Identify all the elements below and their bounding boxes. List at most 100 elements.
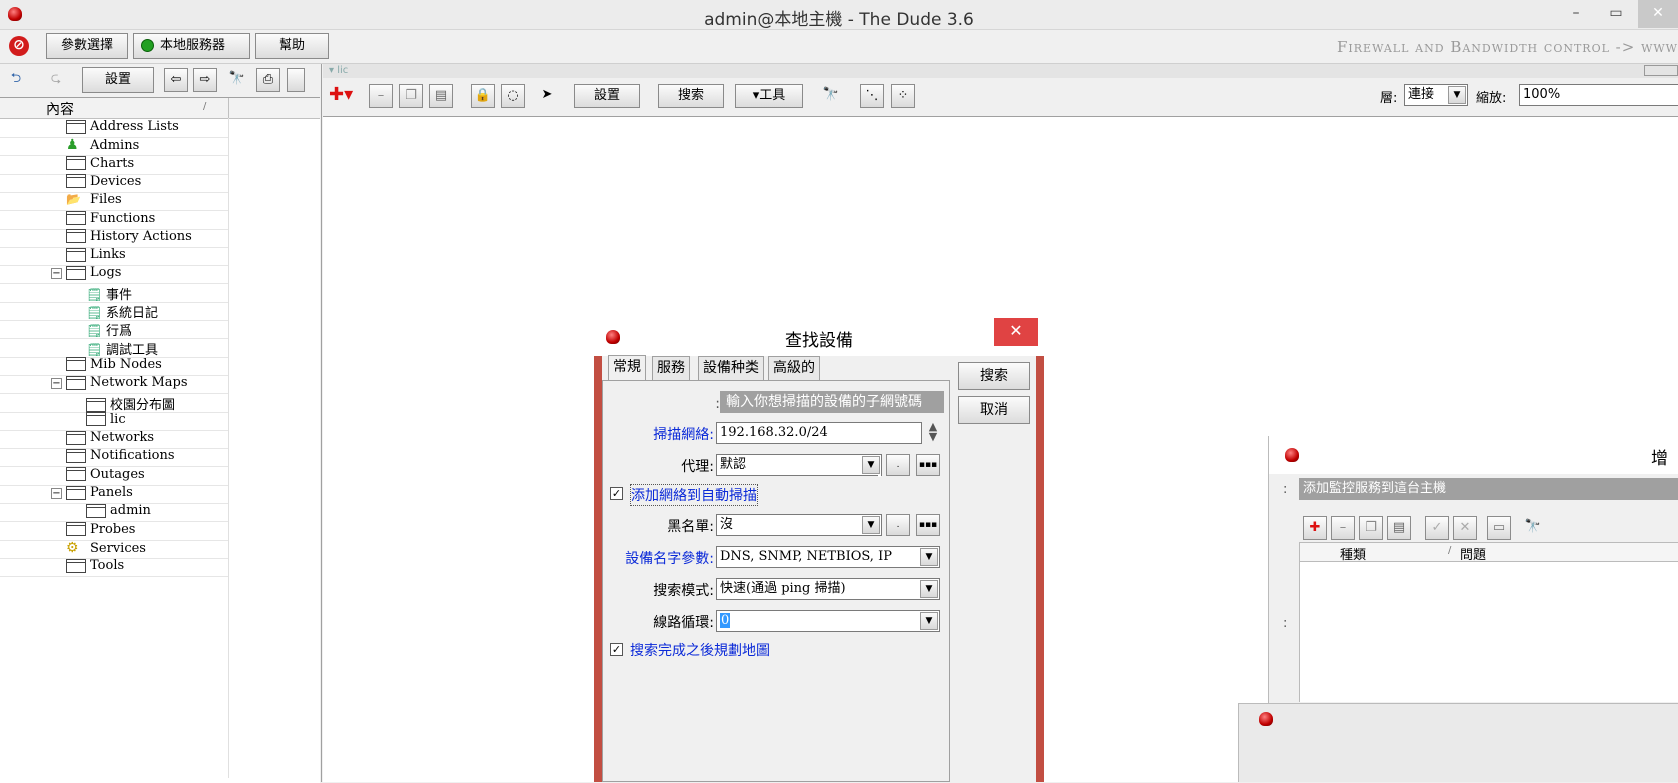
map-search-button[interactable]: 搜索	[658, 84, 724, 108]
map-settings-button[interactable]: 設置	[574, 84, 640, 108]
print-icon[interactable]: ⎙	[256, 68, 280, 92]
dialog-close-icon[interactable]: ✕	[994, 318, 1038, 346]
tree-item[interactable]: admin	[86, 503, 151, 521]
scan-network-input[interactable]: 192.168.32.0/24	[716, 422, 922, 444]
loop-select[interactable]: 0 ▼	[716, 610, 940, 632]
tree-item[interactable]: Charts	[66, 156, 134, 174]
tree-item[interactable]: Notifications	[66, 448, 175, 466]
settings-button[interactable]: 設置	[82, 67, 154, 93]
lock-icon[interactable]: 🔒	[471, 84, 495, 108]
agent-more-button[interactable]: ▪▪▪	[916, 454, 940, 476]
collapse-icon[interactable]: −	[51, 378, 62, 390]
search-button[interactable]: 搜索	[958, 362, 1030, 390]
tree-item[interactable]: 🗒 調試工具	[86, 339, 158, 358]
collapse-icon[interactable]: −	[51, 488, 62, 499]
layout-after-label[interactable]: 搜索完成之後規劃地圖	[630, 640, 770, 660]
tree-item[interactable]: Panels	[66, 485, 133, 503]
blacklist-more-button[interactable]: ▪▪▪	[916, 514, 940, 536]
tree-item[interactable]: 🗒 行爲	[86, 320, 132, 340]
tree-item[interactable]: Tools	[66, 558, 124, 576]
tree-item[interactable]: ⚙ Services	[66, 540, 146, 558]
maximize-button[interactable]: ▭	[1596, 0, 1636, 28]
tab-advanced[interactable]: 高級的	[768, 356, 820, 380]
panel2-enable-icon[interactable]: ✓	[1425, 516, 1449, 540]
zoom-select[interactable]: 100%	[1519, 84, 1678, 106]
tree-item[interactable]: Address Lists	[66, 119, 179, 137]
layer-select[interactable]: 連接 ▼	[1404, 84, 1468, 106]
agent-select[interactable]: 默認 ▼	[716, 454, 882, 477]
search-mode-select[interactable]: 快速(通過 ping 掃描) ▼	[716, 578, 940, 600]
panel2-table-body[interactable]	[1299, 562, 1678, 702]
map-layout-icon[interactable]	[1644, 65, 1678, 76]
panel2-remove-icon[interactable]: –	[1331, 516, 1355, 540]
help-button[interactable]: 幫助	[255, 33, 329, 59]
panel2-disable-icon[interactable]: ✕	[1453, 516, 1477, 540]
map-toolbar: ▾ lic ✚▾ – ❐ ▤ 🔒 ◌ ➤ 設置 搜索 ▾工具 🔭 ⋱ ⁘ 層: …	[323, 64, 1678, 117]
remove-icon[interactable]: –	[369, 84, 393, 108]
layout-icon[interactable]: ⁘	[891, 84, 915, 108]
tab-device-types[interactable]: 設備种类	[698, 356, 764, 380]
tree-item[interactable]: Mib Nodes	[66, 357, 162, 375]
panel-icon[interactable]	[287, 68, 305, 92]
panel2-add-icon[interactable]: ✚	[1303, 516, 1327, 540]
collapse-icon[interactable]: −	[51, 268, 62, 280]
banner-text[interactable]: Firewall and Bandwidth control -> www	[1337, 38, 1678, 56]
tree-item[interactable]: Probes	[66, 522, 135, 540]
map-tab[interactable]: ▾ lic	[329, 65, 348, 76]
forward-icon[interactable]: ⮎	[44, 68, 68, 92]
tab-services[interactable]: 服務	[652, 356, 690, 380]
tab-general[interactable]: 常規	[608, 355, 646, 381]
export-icon[interactable]: ⇦	[164, 68, 188, 92]
tools-dropdown[interactable]: ▾工具	[735, 84, 803, 108]
tree-item[interactable]: Logs	[66, 265, 121, 283]
col-problem[interactable]: 問題	[1460, 544, 1486, 563]
network-stepper-icon[interactable]: ▲ ▼	[926, 421, 940, 444]
col-type[interactable]: 種類	[1340, 544, 1366, 563]
cancel-button[interactable]: 取消	[958, 396, 1030, 424]
lasso-icon[interactable]: ◌	[501, 84, 525, 108]
layout-after-checkbox[interactable]: ✓	[610, 643, 623, 656]
agent-clear-button[interactable]: .	[886, 454, 910, 476]
back-icon[interactable]: ⮌	[4, 68, 28, 92]
tree-item[interactable]: Functions	[66, 211, 155, 229]
tree-item[interactable]: History Actions	[66, 229, 192, 247]
tree-item[interactable]: Network Maps	[66, 375, 188, 393]
tree-item[interactable]: 校園分布圖	[86, 394, 175, 413]
table-icon	[86, 398, 106, 412]
tree-item[interactable]: Links	[66, 247, 126, 265]
table-icon	[66, 357, 86, 372]
pointer-icon[interactable]: ➤	[535, 84, 559, 108]
tree-item[interactable]: 🗒 事件	[86, 284, 132, 303]
copy-icon[interactable]: ❐	[399, 84, 423, 108]
options-button[interactable]: 參數選擇	[46, 33, 128, 59]
add-auto-scan-checkbox[interactable]: ✓	[610, 487, 623, 500]
local-server-button[interactable]: 本地服務器	[133, 33, 250, 59]
name-params-select[interactable]: DNS, SNMP, NETBIOS, IP ▼	[716, 546, 940, 568]
minimize-button[interactable]: –	[1556, 0, 1596, 28]
tree-item[interactable]: ♟ Admins	[66, 137, 139, 155]
tree-item[interactable]: Devices	[66, 174, 141, 192]
tree-item[interactable]: Outages	[66, 467, 145, 485]
binoculars-icon[interactable]: 🔭	[819, 84, 843, 108]
disconnect-icon[interactable]: ⊘	[9, 36, 29, 56]
panel2-hint-bar: 添加監控服務到這台主機	[1299, 478, 1678, 500]
tree-item[interactable]: lic	[86, 412, 126, 430]
tree-item[interactable]: Networks	[66, 430, 154, 448]
close-button[interactable]: ✕	[1638, 0, 1678, 28]
tree-item[interactable]: 📂 Files	[66, 192, 122, 210]
tree-item[interactable]: 🗒 系統日記	[86, 302, 158, 321]
panel2-copy-icon[interactable]: ❐	[1359, 516, 1383, 540]
panel2-paste-icon[interactable]: ▤	[1387, 516, 1411, 540]
panel2-find-icon[interactable]: 🔭	[1521, 516, 1545, 540]
import-icon[interactable]: ⇨	[193, 68, 217, 92]
blacklist-clear-button[interactable]: .	[886, 514, 910, 536]
tree-header[interactable]: 內容 /	[0, 98, 320, 119]
log-icon: 🗒	[86, 324, 103, 340]
blacklist-select[interactable]: 沒 ▼	[716, 514, 882, 536]
add-icon[interactable]: ✚▾	[329, 84, 353, 108]
panel2-comment-icon[interactable]: ▭	[1487, 516, 1511, 540]
topology-icon[interactable]: ⋱	[860, 84, 884, 108]
paste-icon[interactable]: ▤	[429, 84, 453, 108]
find-icon[interactable]: 🔭	[225, 68, 249, 92]
add-auto-scan-label[interactable]: 添加網絡到自動掃描	[630, 484, 758, 506]
